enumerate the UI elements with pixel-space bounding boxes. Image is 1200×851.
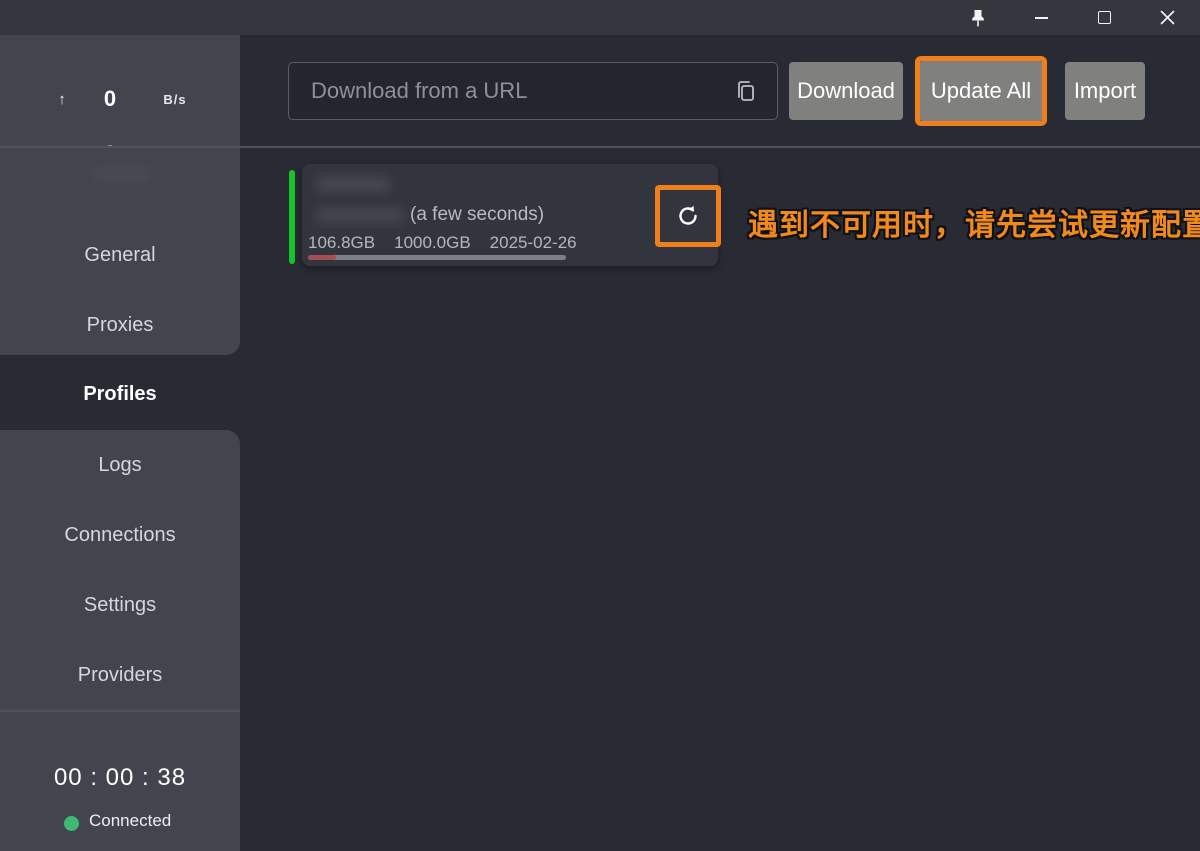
refresh-icon [675,203,701,229]
profile-total-traffic: 1000.0GB [394,233,471,253]
sidebar-item-connections[interactable]: Connections [0,520,240,550]
connection-status: Connected [0,810,240,836]
profile-stats-row: 106.8GB 1000.0GB 2025-02-26 [308,233,577,253]
connected-dot-icon [64,816,79,831]
profile-subtitle-row: (a few seconds) [316,204,544,226]
uptime-timer: 00 : 00 : 38 [0,764,240,792]
maximize-icon [1098,11,1111,24]
traffic-progress-fill [308,255,336,260]
profile-used-traffic: 106.8GB [308,233,375,253]
upload-arrow-icon: ↑ [52,91,72,108]
profile-updated-label: (a few seconds) [410,204,544,226]
upload-speed-unit: B/s [150,92,200,107]
traffic-progress-bar [308,255,566,260]
profile-active-indicator [289,170,295,264]
pin-icon [970,9,986,27]
traffic-panel: ↑ 0 B/s ↓ 0 B/s [0,35,240,146]
minimize-button[interactable] [1021,0,1061,35]
sidebar-item-general[interactable]: General [0,240,240,270]
close-icon [1160,10,1175,25]
connection-status-label: Connected [89,811,171,831]
minimize-icon [1035,17,1048,19]
sidebar-item-proxies[interactable]: Proxies [0,310,240,340]
redacted-profile-url [316,207,404,223]
download-button[interactable]: Download [789,62,903,120]
close-button[interactable] [1147,0,1187,35]
sidebar-item-profiles[interactable]: Profiles [0,379,240,409]
sidebar-item-logs[interactable]: Logs [0,450,240,480]
redacted-profile-name [316,176,390,193]
titlebar [0,0,1200,35]
pin-button[interactable] [958,0,998,35]
upload-speed-row: ↑ 0 B/s [0,85,240,113]
annotation-highlight-update-all: Update All [915,56,1047,126]
profile-expiry-date: 2025-02-26 [490,233,577,253]
maximize-button[interactable] [1084,0,1124,35]
redacted-sidebar-logo [92,167,150,181]
import-button[interactable]: Import [1065,62,1145,120]
annotation-update-hint: 遇到不可用时，请先尝试更新配置 [748,200,1198,238]
update-profile-button[interactable] [668,196,708,236]
upload-speed-value: 0 [80,86,140,112]
sidebar-item-providers[interactable]: Providers [0,660,240,690]
app-window: ↑ 0 B/s ↓ 0 B/s General Proxies Profiles… [0,0,1200,851]
paste-icon[interactable] [732,78,760,106]
annotation-highlight-refresh [655,185,721,247]
sidebar-item-settings[interactable]: Settings [0,590,240,620]
url-input[interactable] [288,62,778,120]
update-all-button[interactable]: Update All [920,61,1042,121]
